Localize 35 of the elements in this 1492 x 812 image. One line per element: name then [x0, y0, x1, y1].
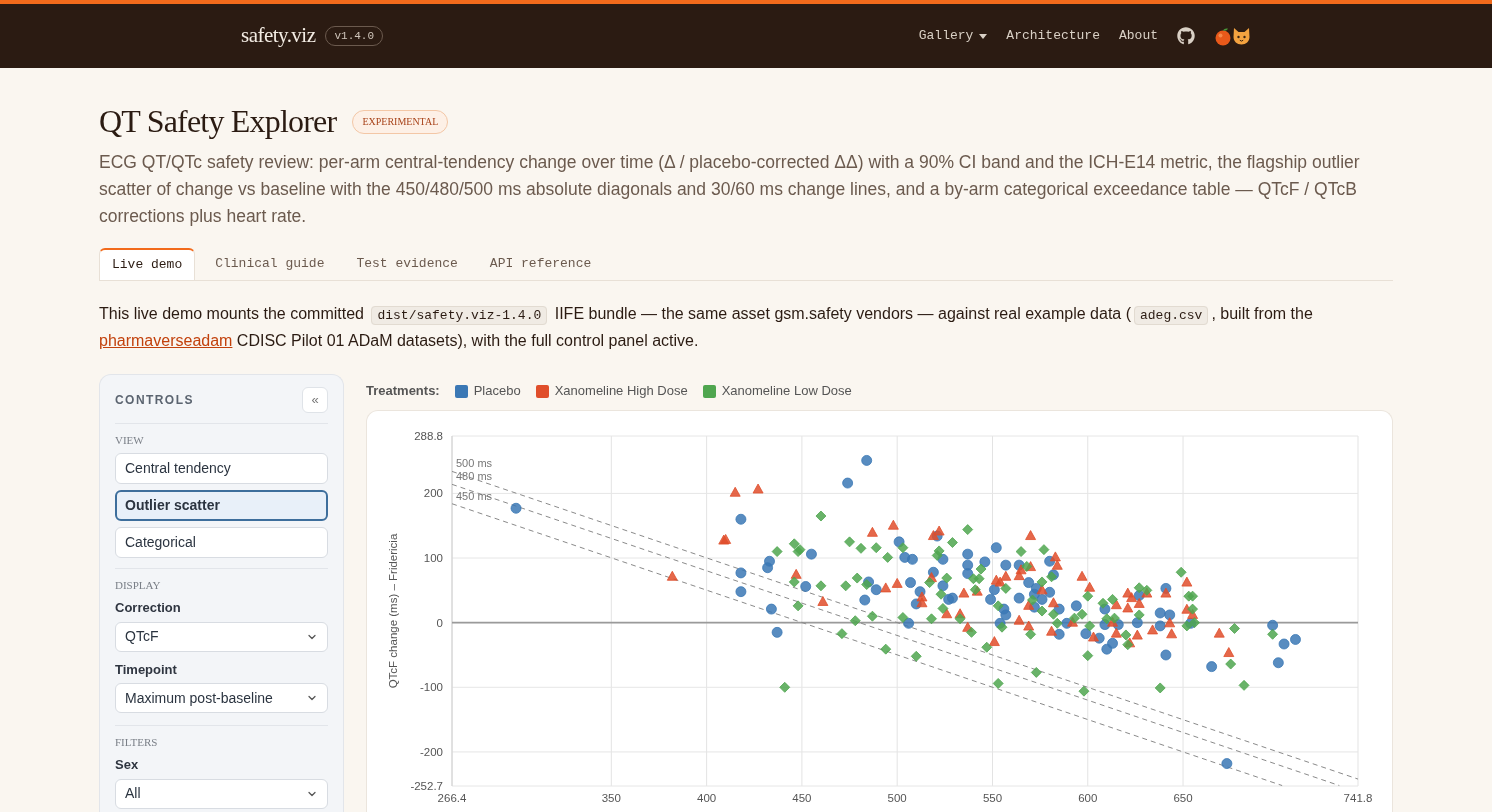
legend-label: Xanomeline High Dose	[554, 382, 688, 401]
field-label: Timepoint	[115, 660, 178, 679]
status-badge: EXPERIMENTAL	[352, 110, 449, 134]
section-heading: VIEW	[115, 433, 145, 447]
page-description: ECG QT/QTc safety review: per-arm central-tendency change over time (Δ / placebo-corrected ΔΔ) with a 90% CI band and the ICH-E14 metric, the flagship outlier scatter of change vs baseline with the 450/480/500 ms absolute diagonals and 30/60 ms change lines, and a by-arm categorical exceedance table — QTcF / QTcB corrections plus heart rate.	[99, 151, 1361, 228]
axis-tick-label: 288.8	[414, 430, 443, 442]
legend-label: Xanomeline Low Dose	[721, 382, 852, 401]
page-title: QT Safety Explorer	[99, 102, 337, 141]
axis-tick-label: 400	[697, 792, 717, 804]
field-label: Correction	[115, 599, 182, 617]
axis-tick-label: 741.8	[1343, 792, 1373, 804]
axis-tick-label: -100	[419, 681, 443, 694]
axis-tick-label: 200	[423, 487, 443, 500]
reference-line-label: 480 ms	[456, 470, 493, 483]
axis-tick-label: 650	[1173, 792, 1193, 804]
axis-tick-label: 500	[887, 792, 907, 804]
reference-line-label: 450 ms	[456, 489, 493, 502]
y-axis-label: QTcF change (ms) – Fridericia	[387, 533, 399, 689]
axis-tick-label: 550	[982, 792, 1003, 804]
axis-tick-label: 450	[792, 792, 812, 804]
axis-tick-label: 350	[601, 792, 621, 804]
axis-tick-label: 100	[423, 552, 443, 565]
axis-tick-label: 266.4	[437, 792, 467, 804]
legend-label: Placebo	[473, 382, 521, 401]
axis-tick-label: -200	[419, 745, 443, 758]
reference-line-label: 500 ms	[456, 457, 493, 470]
axis-tick-label: -252.7	[410, 780, 443, 792]
section-heading: FILTERS	[115, 735, 159, 749]
panel-title: CONTROLS	[115, 392, 194, 409]
axis-tick-label: 600	[1078, 792, 1098, 804]
field-label: Sex	[115, 756, 140, 774]
section-heading: DISPLAY	[115, 578, 162, 592]
intro-paragraph: This live demo mounts the committed dist/safety.viz-1.4.0 IIFE bundle — the same asset gsm.safety vendors — against real example data ( adeg.csv , built from the pharmaverseadam CDISC Pilot 01 ADaM datasets), with the full control panel active.	[99, 304, 1314, 351]
legend-title: Treatments:	[366, 382, 440, 401]
axis-tick-label: 0	[436, 616, 443, 629]
